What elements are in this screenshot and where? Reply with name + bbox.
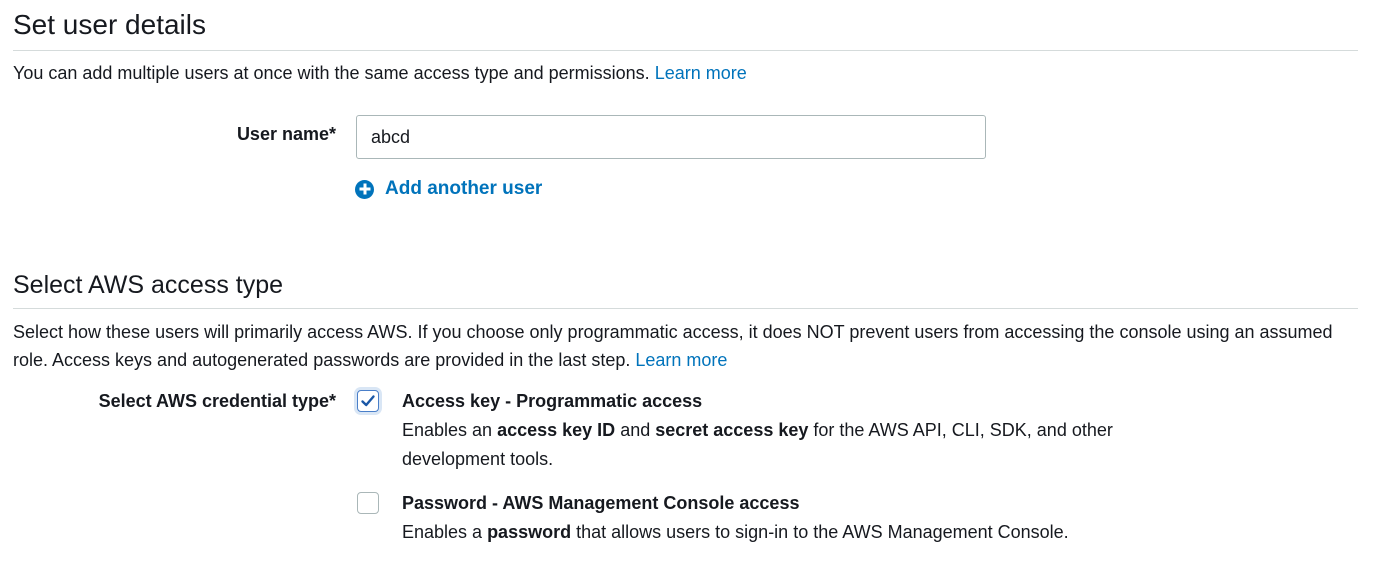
user-name-label: User name*: [236, 124, 336, 144]
password-checkbox[interactable]: [357, 492, 379, 514]
credential-type-label: Select AWS credential type*: [98, 391, 336, 411]
user-details-intro: You can add multiple users at once with …: [13, 59, 1358, 87]
password-option: Password - AWS Management Console access…: [402, 489, 1302, 547]
access-key-option: Access key - Programmatic access Enables…: [402, 387, 1162, 474]
section-heading-user-details: Set user details: [13, 9, 206, 40]
add-another-user-label: Add another user: [385, 178, 543, 199]
password-option-title: Password - AWS Management Console access: [402, 493, 800, 513]
access-type-intro: Select how these users will primarily ac…: [13, 318, 1358, 374]
learn-more-link[interactable]: Learn more: [655, 63, 747, 83]
plus-circle-icon: [355, 179, 374, 199]
section-divider: [13, 50, 1358, 51]
checkmark-icon: [361, 395, 375, 407]
add-another-user-button[interactable]: Add another user: [355, 178, 542, 200]
password-option-description: Enables a password that allows users to …: [402, 522, 1069, 542]
access-key-checkbox[interactable]: [357, 390, 379, 412]
access-key-option-title: Access key - Programmatic access: [402, 391, 703, 411]
access-key-option-description: Enables an access key ID and secret acce…: [402, 420, 1113, 469]
access-type-section: Select AWS access type Select how these …: [13, 268, 1358, 374]
learn-more-link[interactable]: Learn more: [635, 350, 727, 370]
user-details-intro-text: You can add multiple users at once with …: [13, 63, 650, 83]
section-heading-access-type: Select AWS access type: [13, 271, 284, 299]
user-name-input[interactable]: [356, 115, 986, 159]
section-divider: [13, 308, 1358, 309]
set-user-details-section: Set user details You can add multiple us…: [13, 8, 1358, 87]
